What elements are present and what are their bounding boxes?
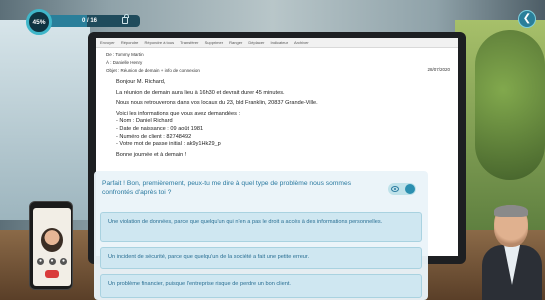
email-line-1: La réunion de demain aura lieu à 16h30 e… <box>116 89 285 96</box>
eye-icon <box>391 186 399 192</box>
toolbar-file[interactable]: Ranger <box>229 40 242 45</box>
answer-option-1[interactable]: Une violation de données, parce que quel… <box>100 212 422 242</box>
toolbar-move[interactable]: Déplacer <box>248 40 264 45</box>
visibility-toggle[interactable] <box>388 183 416 195</box>
email-line-2: Nous nous retrouverons dans vos locaux d… <box>116 100 318 107</box>
email-subject: Objet : Réunion de demain + info de conn… <box>106 68 200 73</box>
phone-screen: ● ● ● <box>33 208 71 286</box>
email-line-3: Voici les informations que vous avez dem… <box>116 110 241 117</box>
plant <box>475 30 545 180</box>
toggle-knob <box>405 184 415 194</box>
phone-controls: ● ● ● <box>37 258 67 266</box>
answer-option-3[interactable]: Un problème financier, puisque l'entrepr… <box>100 274 422 298</box>
exit-icon[interactable]: ❮ <box>518 10 536 28</box>
email-item-password: - Votre mot de passe initial : ak9y1Hk29… <box>116 141 221 148</box>
character-hair <box>494 205 528 217</box>
phone: ● ● ● <box>29 201 73 290</box>
email-body: Bonjour M. Richard, La réunion de demain… <box>96 75 458 159</box>
email-closing: Bonne journée et à demain ! <box>116 151 187 158</box>
email-date: 28/07/2020 <box>427 67 450 72</box>
dialogue-panel: Parfait ! Bon, premièrement, peux-tu me … <box>94 171 428 300</box>
toolbar-forward[interactable]: Transférer <box>180 40 198 45</box>
toolbar-reply-all[interactable]: Répondre à tous <box>145 40 175 45</box>
toolbar-reply[interactable]: Répondre <box>121 40 139 45</box>
toolbar-flag[interactable]: Indicateur <box>271 40 289 45</box>
lock-icon <box>122 14 129 24</box>
character-advisor <box>480 205 545 300</box>
toolbar-archive[interactable]: Archiver <box>294 40 309 45</box>
progress-bar: 0 / 16 <box>44 14 140 27</box>
dialogue-question: Parfait ! Bon, premièrement, peux-tu me … <box>102 180 352 196</box>
email-header: De : Tommy Martin À : Danielle Henry Obj… <box>96 48 458 75</box>
email-greeting: Bonjour M. Richard, <box>116 79 166 85</box>
speaker-icon[interactable]: ● <box>48 258 56 265</box>
email-item-client-number: - Numéro de client : 82748492 <box>116 133 192 140</box>
answer-option-2[interactable]: Un incident de sécurité, parce que quelq… <box>100 247 422 269</box>
caller-avatar <box>41 228 63 252</box>
toolbar-delete[interactable]: Supprimer <box>205 40 223 45</box>
hangup-button[interactable] <box>45 270 59 278</box>
email-to: À : Danielle Henry <box>106 60 143 65</box>
progress-percentage: 45% <box>26 9 52 35</box>
toolbar-send[interactable]: Envoyer <box>100 40 115 45</box>
progress-hud: 0 / 16 45% <box>26 9 140 35</box>
more-icon[interactable]: ● <box>60 258 67 265</box>
email-from: De : Tommy Martin <box>106 52 144 57</box>
email-toolbar: Envoyer Répondre Répondre à tous Transfé… <box>96 38 458 48</box>
question-counter: 0 / 16 <box>82 18 98 24</box>
microphone-icon[interactable]: ● <box>37 258 44 265</box>
game-scene: Envoyer Répondre Répondre à tous Transfé… <box>0 0 545 300</box>
window-left <box>0 20 90 220</box>
email-item-birthdate: - Date de naissance : 09 août 1981 <box>116 125 204 132</box>
email-item-name: - Nom : Daniel Richard <box>116 118 173 125</box>
